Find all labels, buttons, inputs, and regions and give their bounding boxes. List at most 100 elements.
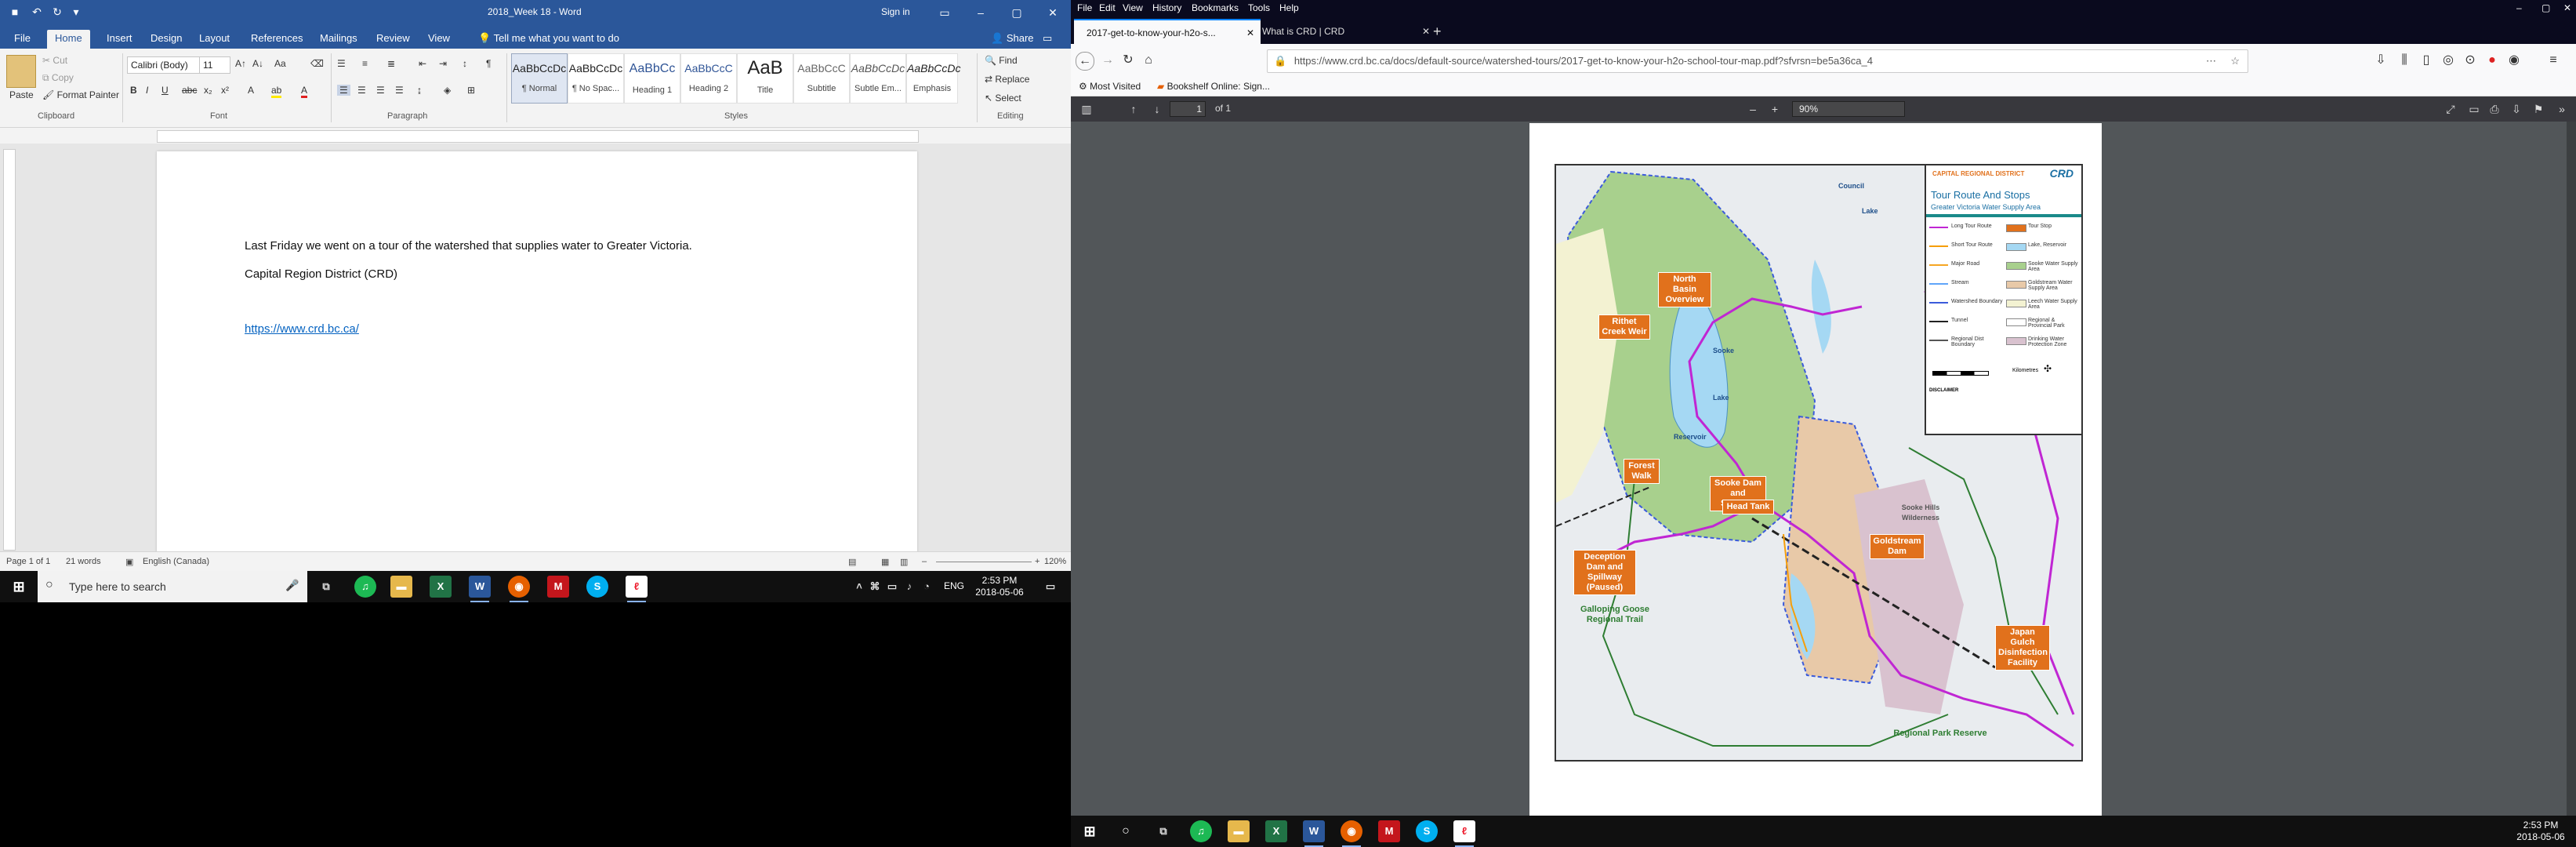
app-red-icon[interactable]: M	[547, 576, 569, 598]
zoom-level[interactable]: 120%	[1044, 557, 1066, 566]
document-page[interactable]: Last Friday we went on a tour of the wat…	[157, 151, 917, 559]
task-view-icon[interactable]: ⧉	[315, 576, 337, 598]
download-icon[interactable]: ⇩	[2509, 101, 2524, 117]
sync-icon[interactable]: ◎	[2440, 52, 2457, 69]
tools-icon[interactable]: »	[2554, 101, 2570, 117]
clock[interactable]: 2:53 PM 2018-05-06	[972, 575, 1027, 598]
font-color-icon[interactable]: A	[301, 85, 308, 98]
pilcrow-icon[interactable]: ¶	[486, 58, 491, 69]
open-file-icon[interactable]: ▭	[2466, 101, 2482, 117]
network-icon[interactable]: ⌘	[869, 576, 881, 598]
reload-icon[interactable]: ↻	[1119, 52, 1137, 69]
tab-home[interactable]: Home	[47, 30, 90, 49]
select-button[interactable]: ↖ Select	[985, 93, 1021, 104]
firefox-icon[interactable]: ◉	[1341, 820, 1362, 847]
tab-layout[interactable]: Layout	[191, 30, 238, 49]
justify-icon[interactable]: ☰	[395, 85, 404, 96]
presentation-icon[interactable]: ⤢	[2443, 101, 2458, 117]
read-mode-icon[interactable]: ▤	[848, 557, 856, 567]
next-page-icon[interactable]: ↓	[1149, 101, 1165, 117]
sign-in-link[interactable]: Sign in	[881, 6, 910, 17]
downloads-icon[interactable]: ⇩	[2372, 52, 2389, 69]
minimize-button[interactable]: –	[963, 0, 999, 25]
font-name-combo[interactable]: Calibri (Body)	[127, 56, 201, 74]
clock[interactable]: 2:53 PM 2018-05-06	[2513, 820, 2568, 843]
bullets-icon[interactable]: ☰	[337, 58, 346, 69]
align-left-icon[interactable]: ☰	[337, 85, 350, 96]
tab-references[interactable]: References	[243, 30, 310, 49]
bookmark-star-icon[interactable]: ☆	[2230, 50, 2240, 72]
viewer-scrollbar[interactable]	[2567, 122, 2576, 816]
zoom-in-icon[interactable]: +	[1035, 557, 1039, 566]
paste-icon[interactable]	[6, 55, 36, 88]
windows-start-icon[interactable]: ⊞	[1079, 820, 1101, 842]
word-icon[interactable]: W	[1303, 820, 1325, 847]
spotify-icon[interactable]: ♫	[1190, 820, 1212, 842]
replace-button[interactable]: ⇄ Replace	[985, 74, 1029, 85]
pocket-icon[interactable]: ◉	[2505, 52, 2523, 69]
menu-help[interactable]: Help	[1279, 2, 1299, 13]
borders-icon[interactable]: ⊞	[467, 85, 475, 96]
clear-format-icon[interactable]: ⌫	[310, 58, 324, 69]
zoom-select[interactable]: 90%	[1792, 101, 1905, 117]
volume-icon[interactable]: ♪	[903, 576, 916, 598]
wifi-icon[interactable]: ◔	[920, 576, 933, 598]
menu-bookmarks[interactable]: Bookmarks	[1192, 2, 1239, 13]
pdf-viewer[interactable]: North Basin Overview Rithet Creek Weir F…	[1071, 122, 2576, 816]
doc-paragraph-2[interactable]: Capital Region District (CRD)	[245, 267, 397, 281]
menu-view[interactable]: View	[1123, 2, 1143, 13]
menu-icon[interactable]: ≡	[2545, 52, 2562, 69]
subscript-button[interactable]: x₂	[204, 85, 212, 96]
maximize-button[interactable]: ▢	[2542, 2, 2550, 13]
highlight-icon[interactable]: ab	[271, 85, 282, 98]
shading-icon[interactable]: ◈	[444, 85, 451, 96]
cut-button[interactable]: ✂ Cut	[42, 55, 67, 66]
language[interactable]: English (Canada)	[143, 557, 209, 566]
bold-button[interactable]: B	[130, 85, 137, 96]
style-title[interactable]: AaB Title	[737, 53, 793, 104]
maximize-button[interactable]: ▢	[999, 0, 1035, 25]
style-heading-2[interactable]: AaBbCcC Heading 2	[680, 53, 737, 104]
find-button[interactable]: 🔍 Find	[985, 55, 1018, 66]
tell-me-box[interactable]: 💡 Tell me what you want to do	[470, 30, 627, 49]
customize-qat-icon[interactable]: ▾	[69, 5, 83, 19]
align-right-icon[interactable]: ☰	[376, 85, 385, 96]
text-effects-icon[interactable]: A	[248, 85, 254, 96]
style-heading-1[interactable]: AaBbCc Heading 1	[624, 53, 680, 104]
doc-hyperlink[interactable]: https://www.crd.bc.ca/	[245, 322, 359, 336]
web-layout-icon[interactable]: ▥	[900, 557, 908, 567]
battery-icon[interactable]: ▭	[886, 576, 898, 598]
file-explorer-icon[interactable]: ▬	[390, 576, 412, 598]
bookmark-bookshelf[interactable]: ▰ Bookshelf Online: Sign...	[1157, 81, 1270, 92]
input-language[interactable]: ENG	[944, 580, 964, 592]
windows-start-icon[interactable]: ⊞	[8, 576, 30, 598]
print-layout-icon[interactable]: ▦	[881, 557, 889, 567]
screenshot-icon[interactable]: ⊙	[2462, 52, 2479, 69]
cortana-icon[interactable]: ○	[1115, 820, 1137, 842]
chevron-up-icon[interactable]: ˄	[853, 576, 865, 598]
previous-page-icon[interactable]: ↑	[1126, 101, 1141, 117]
menu-edit[interactable]: Edit	[1099, 2, 1116, 13]
word-icon[interactable]: W	[469, 576, 491, 602]
ribbon-display-icon[interactable]: ▭	[927, 0, 963, 25]
style-no-spacing[interactable]: AaBbCcDc ¶ No Spac...	[568, 53, 624, 104]
sidebar-icon[interactable]: ▯	[2418, 52, 2435, 69]
addon-icon[interactable]: ●	[2483, 52, 2501, 69]
increase-indent-icon[interactable]: ⇥	[439, 58, 447, 69]
shrink-font-icon[interactable]: A↓	[252, 58, 263, 69]
page-count[interactable]: Page 1 of 1	[6, 557, 50, 566]
skype-icon[interactable]: S	[1416, 820, 1438, 842]
pdf-reader-icon[interactable]: ℓ	[626, 576, 648, 602]
align-center-icon[interactable]: ☰	[357, 85, 366, 96]
format-painter-button[interactable]: 🖌 Format Painter	[42, 89, 119, 100]
style-emphasis[interactable]: AaBbCcDc Emphasis	[906, 53, 960, 104]
url-bar[interactable]: 🔒 https://www.crd.bc.ca/docs/default-sou…	[1267, 49, 2248, 73]
menu-history[interactable]: History	[1152, 2, 1181, 13]
redo-icon[interactable]: ↻	[50, 5, 64, 19]
forward-icon[interactable]: →	[1099, 52, 1116, 69]
tab-review[interactable]: Review	[368, 30, 418, 49]
style-subtitle[interactable]: AaBbCcC Subtitle	[793, 53, 850, 104]
tab-file[interactable]: File	[6, 30, 38, 49]
minimize-button[interactable]: –	[2516, 2, 2522, 13]
pdf-reader-icon[interactable]: ℓ	[1453, 820, 1475, 847]
